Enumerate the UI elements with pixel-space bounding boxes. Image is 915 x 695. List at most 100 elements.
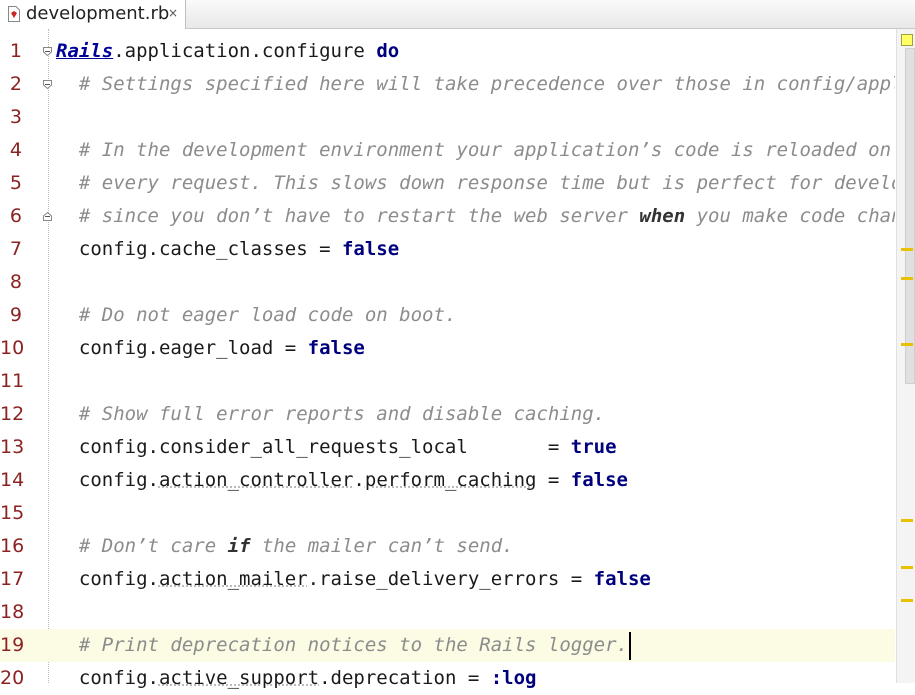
code-token: config.consider_all_requests_local = (56, 436, 571, 458)
close-icon[interactable]: × (168, 6, 178, 20)
line-number: 13 (0, 436, 25, 458)
code-token: Rails (56, 40, 114, 62)
line-number: 3 (9, 106, 22, 128)
ruby-file-icon (8, 6, 20, 22)
warning-marker[interactable] (901, 519, 913, 522)
line-number: 16 (0, 535, 25, 557)
line-number: 17 (0, 568, 25, 590)
code-line[interactable]: 3 (0, 101, 915, 134)
warning-marker[interactable] (901, 277, 913, 280)
code-line[interactable]: 17 config.action_mailer.raise_delivery_e… (0, 563, 915, 596)
code-token: config. (56, 667, 159, 689)
code-token: :log (490, 667, 537, 689)
code-editor[interactable]: 1 Rails.application.configure do 2 # Setti… (0, 35, 915, 695)
comment-token: # every request. This slows down respons… (78, 172, 895, 194)
code-line[interactable]: 10 config.eager_load = false (0, 332, 915, 365)
code-token: action_controller (158, 469, 354, 491)
line-number: 14 (0, 469, 25, 491)
comment-token: # In the development environment your ap… (78, 139, 892, 161)
line-number: 12 (0, 403, 25, 425)
code-line[interactable]: 18 (0, 596, 915, 629)
keyword-token: false (341, 238, 400, 260)
code-token: active_support (158, 667, 320, 689)
comment-token: # since you don’t have to restart the we… (78, 205, 640, 227)
code-line[interactable]: 16 # Don’t care if the mailer can’t send… (0, 530, 915, 563)
code-token: perform_caching (364, 469, 537, 491)
code-line[interactable]: 6 # since you don’t have to restart the … (0, 200, 915, 233)
keyword-token: false (570, 469, 628, 491)
fold-end-icon[interactable] (43, 212, 52, 221)
keyword-token: do (376, 40, 400, 62)
comment-token: # Do not eager load code on boot. (78, 304, 457, 326)
code-text: # In the development environment your ap… (56, 134, 895, 167)
text-caret (628, 631, 631, 660)
comment-token: # Don’t care (78, 535, 228, 557)
line-number: 9 (9, 304, 22, 326)
code-token: config. (56, 469, 159, 491)
comment-token: # Settings specified here will take prec… (78, 73, 895, 95)
editor-tab-bar: development.rb × (0, 0, 915, 29)
line-number: 2 (9, 73, 22, 95)
line-number: 5 (9, 172, 22, 194)
tab-development-rb[interactable]: development.rb × (0, 0, 186, 29)
fold-collapse-icon[interactable] (43, 47, 52, 56)
code-line[interactable]: 5 # every request. This slows down respo… (0, 167, 915, 200)
comment-token: # Show full error reports and disable ca… (78, 403, 606, 425)
code-line[interactable]: 11 (0, 365, 915, 398)
code-line[interactable]: 4 # In the development environment your … (0, 134, 915, 167)
code-text: # Don’t care if the mailer can’t send. (56, 530, 895, 563)
code-text: config.action_controller.perform_caching… (56, 464, 895, 497)
code-line[interactable]: 12 # Show full error reports and disable… (0, 398, 915, 431)
line-number: 6 (9, 205, 22, 227)
line-number: 15 (0, 502, 25, 524)
keyword-token: false (593, 568, 651, 590)
fold-collapse-icon[interactable] (43, 80, 52, 89)
code-token: .raise_delivery_errors = (307, 568, 594, 590)
code-line[interactable]: 2 # Settings specified here will take pr… (0, 68, 915, 101)
code-text: # Do not eager load code on boot. (56, 299, 895, 332)
line-number: 11 (0, 370, 25, 392)
code-text: config.eager_load = false (56, 332, 895, 365)
code-line[interactable]: 14 config.action_controller.perform_cach… (0, 464, 915, 497)
warning-marker[interactable] (901, 599, 913, 602)
keyword-token: false (307, 337, 365, 359)
code-line[interactable]: 7 config.cache_classes = false (0, 233, 915, 266)
line-number: 7 (9, 238, 22, 260)
code-line[interactable]: 13 config.consider_all_requests_local = … (0, 431, 915, 464)
line-number: 20 (0, 667, 25, 689)
code-text: # Show full error reports and disable ca… (56, 398, 895, 431)
code-line[interactable]: 19 # Print deprecation notices to the Ra… (0, 629, 895, 662)
code-token: .deprecation = (319, 667, 491, 689)
warning-marker[interactable] (901, 248, 913, 251)
code-line[interactable]: 20 config.active_support.deprecation = :… (0, 662, 915, 695)
vertical-scrollbar-thumb[interactable] (905, 48, 915, 384)
line-number: 10 (0, 337, 25, 359)
code-text: config.action_mailer.raise_delivery_erro… (56, 563, 895, 596)
comment-token: you make code changes. (696, 205, 895, 227)
code-token: config. (56, 568, 159, 590)
code-line[interactable]: 8 (0, 266, 915, 299)
line-number: 4 (9, 139, 22, 161)
code-line[interactable]: 9 # Do not eager load code on boot. (0, 299, 915, 332)
code-token: = (536, 469, 571, 491)
tab-title: development.rb (26, 3, 170, 24)
code-text: config.cache_classes = false (56, 233, 895, 266)
code-token: . (353, 469, 365, 491)
code-token: action_mailer (158, 568, 308, 590)
code-text: # since you don’t have to restart the we… (56, 200, 895, 233)
code-line[interactable]: 1 Rails.application.configure do (0, 35, 915, 68)
code-token: config.eager_load = (56, 337, 308, 359)
code-line[interactable]: 15 (0, 497, 915, 530)
code-text: # Print deprecation notices to the Rails… (56, 629, 895, 662)
line-number: 8 (9, 271, 22, 293)
warning-marker[interactable] (901, 343, 913, 346)
line-number: 18 (0, 601, 25, 623)
code-text: # Settings specified here will take prec… (56, 68, 895, 101)
warning-marker[interactable] (901, 566, 913, 569)
keyword-token: true (570, 436, 617, 458)
code-text: # every request. This slows down respons… (56, 167, 895, 200)
